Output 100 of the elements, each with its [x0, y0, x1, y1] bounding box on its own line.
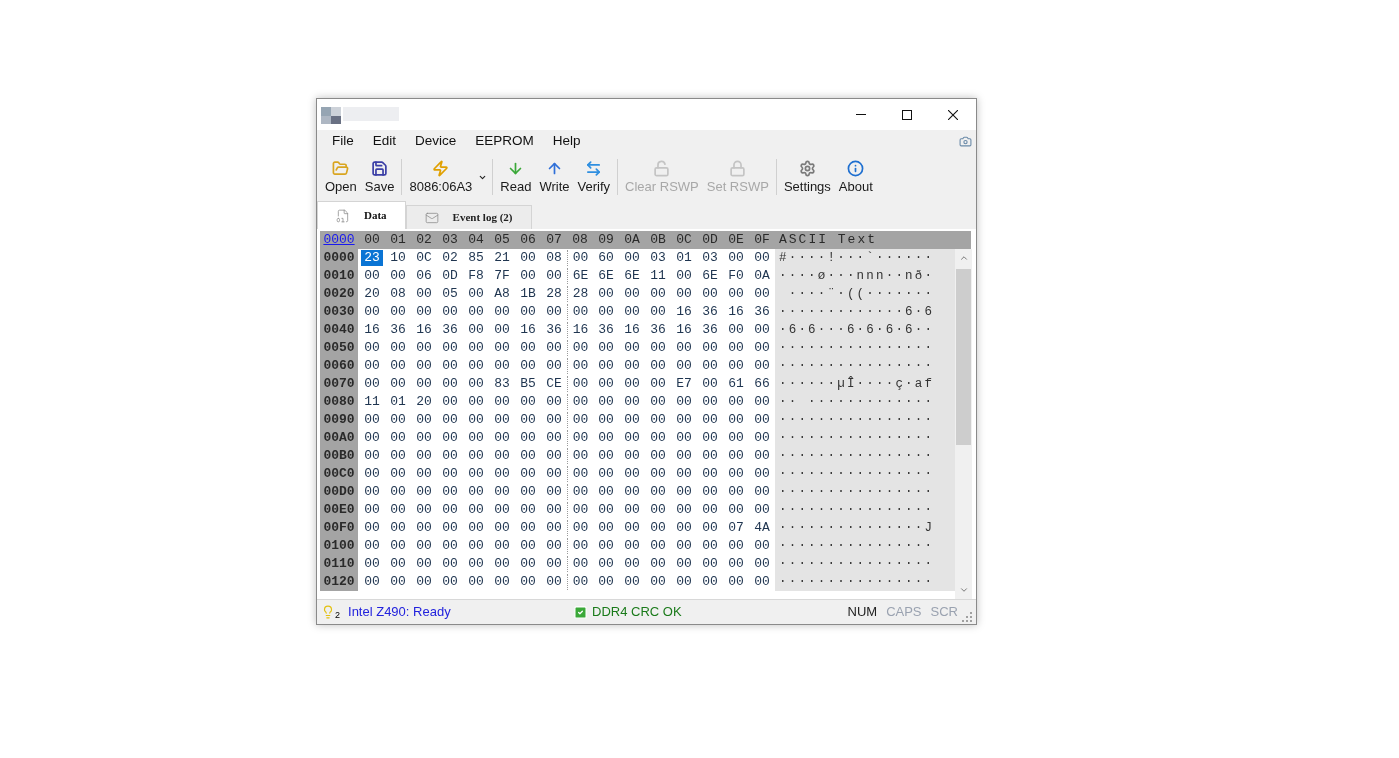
hex-byte[interactable]: 36	[439, 322, 461, 338]
hex-byte[interactable]: 00	[491, 394, 513, 410]
hex-byte[interactable]: 00	[387, 538, 409, 554]
hex-byte[interactable]: 00	[491, 430, 513, 446]
hex-byte[interactable]: 36	[387, 322, 409, 338]
hex-byte[interactable]: 00	[439, 502, 461, 518]
hex-byte[interactable]: 00	[699, 448, 721, 464]
hex-byte[interactable]: 08	[543, 250, 565, 266]
hex-byte[interactable]: 00	[725, 322, 747, 338]
hex-byte[interactable]: 00	[387, 358, 409, 374]
hex-byte[interactable]: 00	[725, 466, 747, 482]
hex-byte[interactable]: 00	[413, 448, 435, 464]
hex-byte[interactable]: 00	[751, 448, 773, 464]
hex-byte[interactable]: 00	[387, 556, 409, 572]
hex-byte[interactable]: 00	[387, 502, 409, 518]
menu-item[interactable]: Help	[544, 131, 589, 152]
hex-byte[interactable]: 00	[699, 466, 721, 482]
hex-byte[interactable]: 00	[621, 574, 643, 590]
hex-byte[interactable]: 00	[595, 574, 617, 590]
hex-byte[interactable]: 1B	[517, 286, 539, 302]
hex-byte[interactable]: 00	[699, 340, 721, 356]
hex-byte[interactable]: 00	[569, 484, 592, 500]
hex-byte[interactable]: 66	[751, 376, 773, 392]
hex-byte[interactable]: 16	[361, 322, 383, 338]
hex-byte[interactable]: 00	[699, 538, 721, 554]
hex-byte[interactable]: 00	[647, 466, 669, 482]
hex-byte[interactable]: 00	[465, 538, 487, 554]
hex-byte[interactable]: 00	[569, 556, 592, 572]
hex-byte[interactable]: 00	[569, 358, 592, 374]
hex-byte[interactable]: 00	[361, 574, 383, 590]
hex-byte[interactable]: 00	[647, 574, 669, 590]
hex-byte[interactable]: 00	[621, 358, 643, 374]
hex-byte[interactable]: 00	[595, 556, 617, 572]
hex-byte[interactable]: 00	[751, 574, 773, 590]
hex-byte[interactable]: 00	[751, 358, 773, 374]
hex-byte[interactable]: 00	[751, 286, 773, 302]
hex-byte[interactable]: 00	[725, 538, 747, 554]
hex-byte[interactable]: 00	[413, 430, 435, 446]
hex-byte[interactable]: 36	[647, 322, 669, 338]
hex-byte[interactable]: 16	[517, 322, 539, 338]
hex-byte[interactable]: 00	[751, 412, 773, 428]
hex-byte[interactable]: 00	[387, 376, 409, 392]
hex-byte[interactable]: 00	[673, 286, 695, 302]
hex-byte[interactable]: 00	[413, 484, 435, 500]
hex-byte[interactable]: 00	[465, 358, 487, 374]
hex-byte[interactable]: 00	[439, 484, 461, 500]
hex-byte[interactable]: 00	[361, 448, 383, 464]
hex-byte[interactable]: 00	[517, 358, 539, 374]
hex-byte[interactable]: 36	[751, 304, 773, 320]
hex-byte[interactable]: 00	[439, 358, 461, 374]
hex-byte[interactable]: CE	[543, 376, 565, 392]
hex-byte[interactable]: 00	[569, 502, 592, 518]
hex-byte[interactable]: 00	[387, 466, 409, 482]
hex-byte[interactable]: 00	[517, 556, 539, 572]
hex-byte[interactable]: 00	[569, 448, 592, 464]
hex-byte[interactable]: 00	[595, 430, 617, 446]
hex-byte[interactable]: 00	[465, 574, 487, 590]
toolbar-button[interactable]: Write	[535, 155, 574, 199]
hex-byte[interactable]: 00	[387, 412, 409, 428]
hex-byte[interactable]: 00	[621, 520, 643, 536]
hex-byte[interactable]: 00	[647, 394, 669, 410]
hex-byte[interactable]: 03	[647, 250, 669, 266]
hex-byte[interactable]: 60	[595, 250, 617, 266]
hex-byte[interactable]: 00	[517, 466, 539, 482]
hex-byte[interactable]: 00	[673, 574, 695, 590]
hex-byte[interactable]: 00	[647, 286, 669, 302]
hex-byte[interactable]: 00	[595, 304, 617, 320]
hex-byte[interactable]: 00	[491, 340, 513, 356]
hex-byte[interactable]: 00	[439, 304, 461, 320]
hex-byte[interactable]: 00	[673, 538, 695, 554]
hex-byte[interactable]: 00	[439, 448, 461, 464]
hex-byte[interactable]: 00	[439, 538, 461, 554]
hex-byte[interactable]: 85	[465, 250, 487, 266]
hex-byte[interactable]: 00	[595, 484, 617, 500]
hex-byte[interactable]: 00	[621, 448, 643, 464]
hex-byte[interactable]: 00	[595, 394, 617, 410]
hex-byte[interactable]: 00	[413, 538, 435, 554]
hex-byte[interactable]: 00	[725, 502, 747, 518]
hex-byte[interactable]: 08	[387, 286, 409, 302]
hex-byte[interactable]: 00	[517, 538, 539, 554]
hex-byte[interactable]: 00	[517, 520, 539, 536]
hex-byte[interactable]: 00	[387, 574, 409, 590]
menu-item[interactable]: File	[324, 131, 362, 152]
scrollbar[interactable]	[955, 249, 972, 599]
hex-byte[interactable]: 00	[361, 502, 383, 518]
hex-byte[interactable]: 00	[517, 412, 539, 428]
hex-byte[interactable]: 00	[725, 430, 747, 446]
hex-byte[interactable]: 16	[725, 304, 747, 320]
hex-byte[interactable]: 00	[621, 304, 643, 320]
hex-byte[interactable]: 00	[751, 340, 773, 356]
hex-byte[interactable]: 00	[543, 556, 565, 572]
hex-byte[interactable]: 00	[517, 574, 539, 590]
hex-byte[interactable]: 16	[673, 304, 695, 320]
hex-byte[interactable]: 00	[699, 556, 721, 572]
hex-byte[interactable]: 00	[569, 538, 592, 554]
hex-byte[interactable]: 00	[517, 448, 539, 464]
hex-byte[interactable]: 00	[647, 376, 669, 392]
toolbar-button[interactable]: Read	[496, 155, 536, 199]
hex-byte[interactable]: 00	[699, 520, 721, 536]
toolbar-button[interactable]: About	[834, 155, 877, 199]
